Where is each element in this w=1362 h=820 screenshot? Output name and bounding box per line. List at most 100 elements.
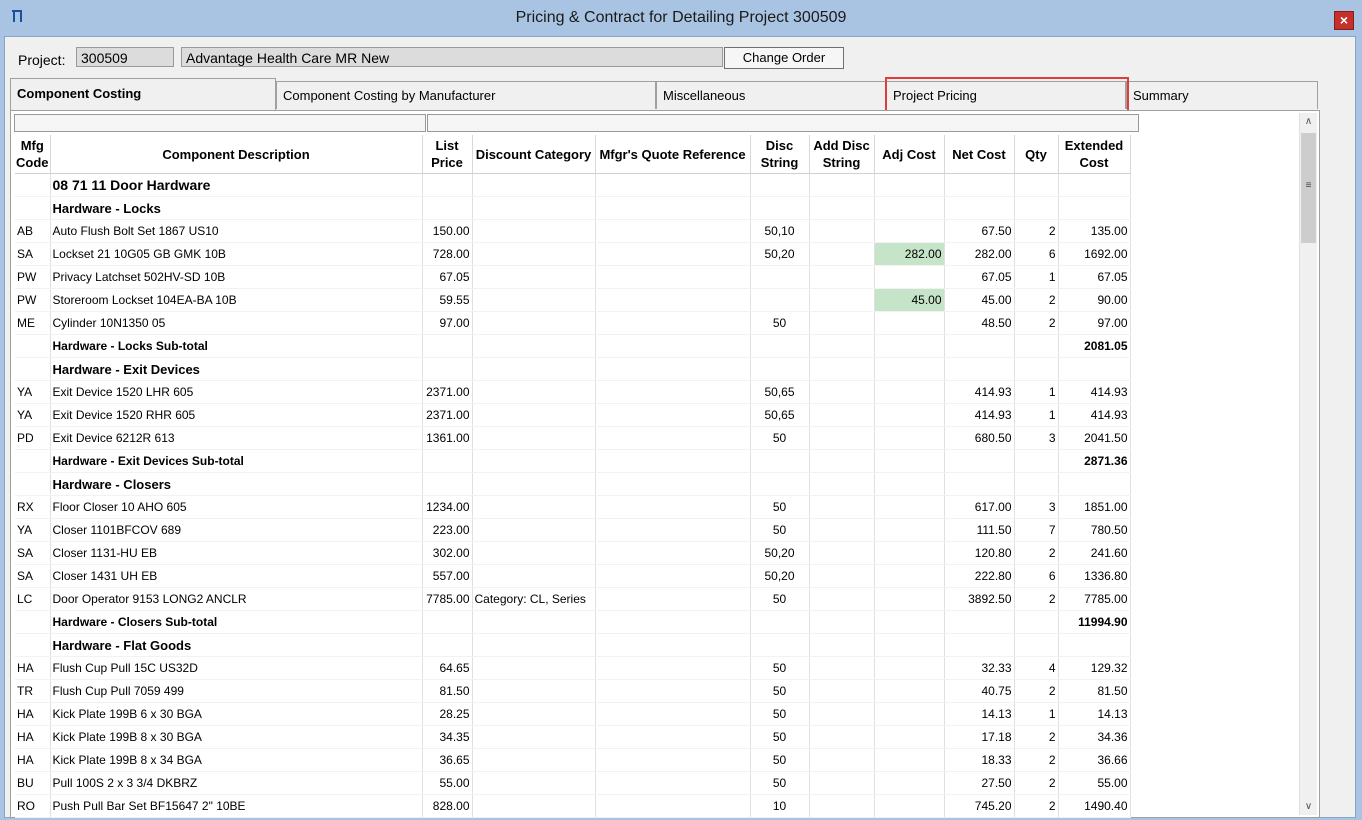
cell-adj-cost[interactable] xyxy=(874,794,945,818)
cell-extended-cost[interactable]: 1851.00 xyxy=(1058,495,1131,519)
group-row[interactable]: Hardware - Exit Devices xyxy=(15,357,1131,381)
cell-qty[interactable] xyxy=(1014,196,1059,220)
cell-description[interactable]: Door Operator 9153 LONG2 ANCLR xyxy=(50,587,423,611)
cell-disc-string[interactable]: 50 xyxy=(750,725,810,749)
cell-mfg-code[interactable]: SA xyxy=(15,541,51,565)
table-row[interactable]: RO Push Pull Bar Set BF15647 2" 10BE 828.0… xyxy=(15,794,1131,818)
tab-component-costing[interactable]: Component Costing xyxy=(10,78,276,110)
group-row[interactable]: Hardware - Closers xyxy=(15,472,1131,496)
cell-list-price[interactable] xyxy=(422,196,473,220)
cell-mfg-code[interactable]: TR xyxy=(15,679,51,703)
cell-net-cost[interactable]: 45.00 xyxy=(944,288,1015,312)
cell-add-disc-string[interactable] xyxy=(809,771,875,795)
cell-add-disc-string[interactable] xyxy=(809,311,875,335)
group-row[interactable]: Hardware - Flat Goods xyxy=(15,633,1131,657)
cell-qty[interactable]: 2 xyxy=(1014,725,1059,749)
cell-discount-category[interactable] xyxy=(472,265,596,289)
cell-quote-reference[interactable] xyxy=(595,610,751,634)
scroll-down-arrow-icon[interactable]: ∨ xyxy=(1300,798,1317,815)
cell-list-price[interactable]: 67.05 xyxy=(422,265,473,289)
table-row[interactable]: SA Closer 1131-HU EB 302.00 50,20 120.80 2 241… xyxy=(15,541,1131,565)
cell-extended-cost[interactable]: 97.00 xyxy=(1058,311,1131,335)
cell-description[interactable]: Push Pull Bar Set BF15647 2" 10BE xyxy=(50,794,423,818)
cell-disc-string[interactable]: 50,20 xyxy=(750,541,810,565)
cell-quote-reference[interactable] xyxy=(595,725,751,749)
cell-description[interactable]: Storeroom Lockset 104EA-BA 10B xyxy=(50,288,423,312)
cell-adj-cost[interactable] xyxy=(874,564,945,588)
cell-quote-reference[interactable] xyxy=(595,173,751,197)
cell-adj-cost[interactable] xyxy=(874,771,945,795)
cell-discount-category[interactable] xyxy=(472,518,596,542)
cell-description[interactable]: Privacy Latchset 502HV-SD 10B xyxy=(50,265,423,289)
cell-qty[interactable]: 2 xyxy=(1014,679,1059,703)
col-list-price[interactable]: List Price xyxy=(422,135,473,174)
cell-mfg-code[interactable]: LC xyxy=(15,587,51,611)
cell-mfg-code[interactable]: SA xyxy=(15,564,51,588)
cell-discount-category[interactable] xyxy=(472,426,596,450)
section-row[interactable]: 08 71 11 Door Hardware xyxy=(15,173,1131,197)
cell-adj-cost[interactable] xyxy=(874,311,945,335)
cell-list-price[interactable] xyxy=(422,610,473,634)
cell-quote-reference[interactable] xyxy=(595,541,751,565)
cell-quote-reference[interactable] xyxy=(595,518,751,542)
cell-disc-string[interactable]: 50,10 xyxy=(750,219,810,243)
cell-disc-string[interactable]: 50 xyxy=(750,656,810,680)
cell-extended-cost[interactable]: 34.36 xyxy=(1058,725,1131,749)
cell-qty[interactable]: 4 xyxy=(1014,656,1059,680)
cell-add-disc-string[interactable] xyxy=(809,702,875,726)
close-button[interactable]: × xyxy=(1334,11,1354,30)
cell-list-price[interactable]: 64.65 xyxy=(422,656,473,680)
cell-add-disc-string[interactable] xyxy=(809,472,875,496)
cell-mfg-code[interactable]: ME xyxy=(15,311,51,335)
table-row[interactable]: BU Pull 100S 2 x 3 3/4 DKBRZ 55.00 50 27.50 2… xyxy=(15,771,1131,795)
cell-discount-category[interactable] xyxy=(472,725,596,749)
cell-mfg-code[interactable]: PW xyxy=(15,288,51,312)
cell-list-price[interactable]: 55.00 xyxy=(422,771,473,795)
cell-adj-cost[interactable]: 282.00 xyxy=(874,242,945,266)
table-row[interactable]: PW Storeroom Lockset 104EA-BA 10B 59.55 45.… xyxy=(15,288,1131,312)
cell-extended-cost[interactable]: 2871.36 xyxy=(1058,449,1131,473)
cell-discount-category[interactable] xyxy=(472,702,596,726)
cell-discount-category[interactable] xyxy=(472,748,596,772)
cell-discount-category[interactable] xyxy=(472,679,596,703)
col-qty[interactable]: Qty xyxy=(1014,135,1059,174)
cell-description[interactable]: Exit Device 1520 LHR 605 xyxy=(50,380,423,404)
cell-list-price[interactable] xyxy=(422,633,473,657)
cell-add-disc-string[interactable] xyxy=(809,242,875,266)
cell-list-price[interactable]: 34.35 xyxy=(422,725,473,749)
table-row[interactable]: SA Lockset 21 10G05 GB GMK 10B 728.00 50,20… xyxy=(15,242,1131,266)
table-row[interactable]: YA Exit Device 1520 RHR 605 2371.00 50,65 41… xyxy=(15,403,1131,427)
cell-description[interactable]: Floor Closer 10 AHO 605 xyxy=(50,495,423,519)
cell-discount-category[interactable] xyxy=(472,311,596,335)
cell-mfg-code[interactable]: PD xyxy=(15,426,51,450)
cell-description[interactable]: Pull 100S 2 x 3 3/4 DKBRZ xyxy=(50,771,423,795)
cell-net-cost[interactable]: 40.75 xyxy=(944,679,1015,703)
cell-disc-string[interactable]: 50 xyxy=(750,587,810,611)
cell-adj-cost[interactable] xyxy=(874,541,945,565)
cell-quote-reference[interactable] xyxy=(595,748,751,772)
cell-extended-cost[interactable]: 135.00 xyxy=(1058,219,1131,243)
cell-extended-cost[interactable]: 14.13 xyxy=(1058,702,1131,726)
cell-add-disc-string[interactable] xyxy=(809,633,875,657)
cell-discount-category[interactable] xyxy=(472,610,596,634)
cell-mfg-code[interactable] xyxy=(15,196,51,220)
cell-description[interactable]: Closer 1431 UH EB xyxy=(50,564,423,588)
col-disc-string[interactable]: Disc String xyxy=(750,135,810,174)
cell-net-cost[interactable] xyxy=(944,449,1015,473)
table-row[interactable]: HA Kick Plate 199B 8 x 30 BGA 34.35 50 17.18… xyxy=(15,725,1131,749)
cell-add-disc-string[interactable] xyxy=(809,219,875,243)
cell-adj-cost[interactable] xyxy=(874,219,945,243)
cell-description[interactable]: Hardware - Locks xyxy=(50,196,423,220)
cell-qty[interactable]: 3 xyxy=(1014,426,1059,450)
cell-qty[interactable] xyxy=(1014,449,1059,473)
cell-list-price[interactable]: 150.00 xyxy=(422,219,473,243)
cell-quote-reference[interactable] xyxy=(595,219,751,243)
cell-adj-cost[interactable] xyxy=(874,173,945,197)
project-name-field[interactable]: Advantage Health Care MR New xyxy=(181,47,723,67)
cell-net-cost[interactable] xyxy=(944,173,1015,197)
cell-list-price[interactable] xyxy=(422,472,473,496)
cell-mfg-code[interactable] xyxy=(15,633,51,657)
cell-net-cost[interactable]: 120.80 xyxy=(944,541,1015,565)
cell-list-price[interactable]: 1361.00 xyxy=(422,426,473,450)
cell-qty[interactable]: 1 xyxy=(1014,702,1059,726)
